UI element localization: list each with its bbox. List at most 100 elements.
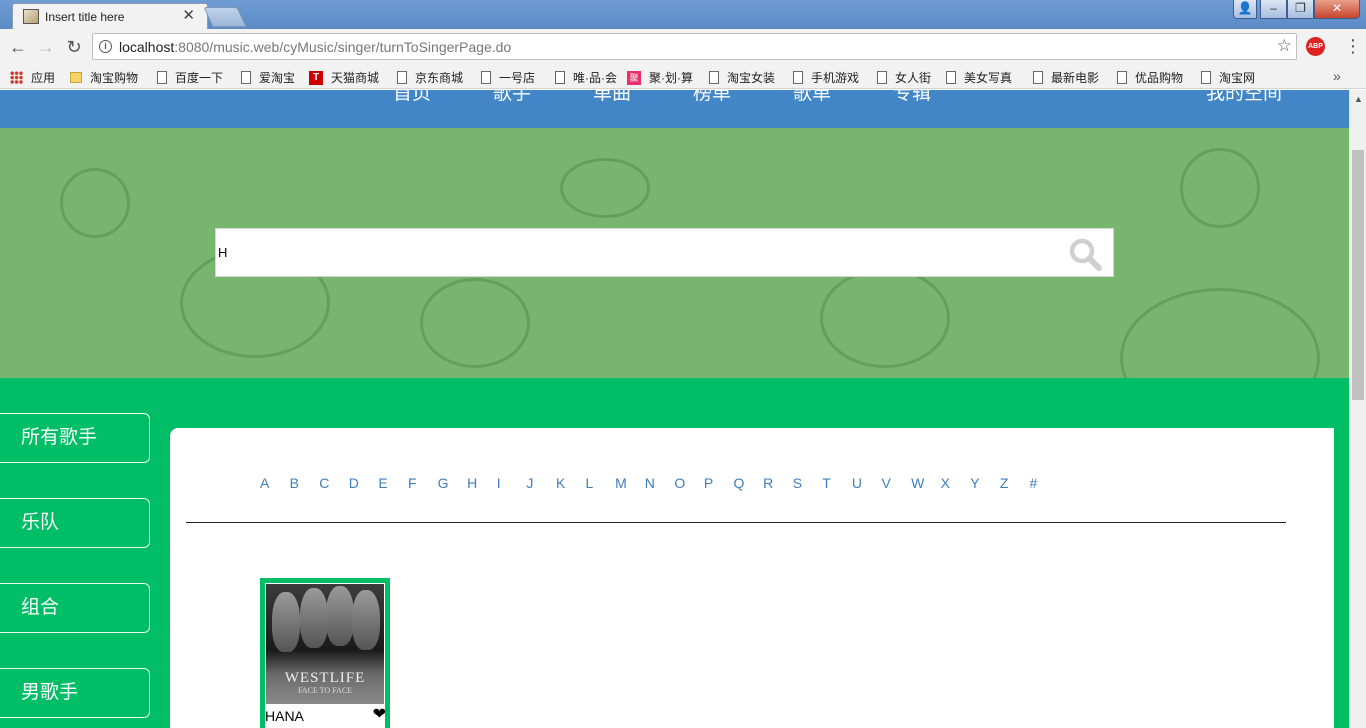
sidebar-item-all-singers[interactable]: 所有歌手 bbox=[0, 413, 150, 463]
letter-filter-link[interactable]: Z bbox=[1000, 475, 1030, 491]
sidebar-item-bands[interactable]: 乐队 bbox=[0, 498, 150, 548]
letter-filter-link[interactable]: T bbox=[822, 475, 852, 491]
letter-filter-link[interactable]: D bbox=[349, 475, 379, 491]
letter-filter-link[interactable]: P bbox=[704, 475, 734, 491]
bookmark-item[interactable]: 女人街 bbox=[877, 69, 931, 86]
banner-doodle bbox=[1120, 288, 1320, 378]
bookmark-item[interactable]: 聚聚·划·算 bbox=[627, 69, 693, 86]
letter-filter-link[interactable]: # bbox=[1029, 475, 1059, 491]
bookmark-item[interactable]: 唯·品·会 bbox=[555, 69, 617, 86]
letter-filter-link[interactable]: G bbox=[438, 475, 468, 491]
letter-filter-link[interactable]: X bbox=[941, 475, 971, 491]
letter-filter-link[interactable]: L bbox=[586, 475, 616, 491]
reload-icon[interactable]: ↻ bbox=[64, 37, 84, 57]
close-window-button[interactable]: ✕ bbox=[1314, 0, 1360, 19]
letter-filter-link[interactable]: Y bbox=[970, 475, 1000, 491]
bookmark-item[interactable]: 京东商城 bbox=[397, 69, 463, 86]
letter-filter-link[interactable]: B bbox=[290, 475, 320, 491]
url-text[interactable]: localhost:8080/music.web/cyMusic/singer/… bbox=[119, 39, 511, 55]
page-icon bbox=[1201, 71, 1211, 84]
search-icon[interactable] bbox=[1068, 237, 1102, 271]
bookmark-item[interactable]: 一号店 bbox=[481, 69, 535, 86]
nav-item-my-space[interactable]: 我的空间 bbox=[1206, 90, 1282, 105]
browser-toolbar: ← → ↻ i localhost:8080/music.web/cyMusic… bbox=[0, 29, 1366, 65]
cover-face bbox=[272, 592, 300, 652]
sidebar-item-male-singers[interactable]: 男歌手 bbox=[0, 668, 150, 718]
page-icon bbox=[241, 71, 251, 84]
bookmark-star-icon[interactable]: ☆ bbox=[1277, 36, 1292, 56]
bookmark-item[interactable]: 淘宝购物 bbox=[70, 69, 138, 86]
letter-filter-link[interactable]: R bbox=[763, 475, 793, 491]
letter-filter-link[interactable]: S bbox=[793, 475, 823, 491]
browser-menu-icon[interactable]: ⋮ bbox=[1344, 37, 1362, 55]
nav-item-home[interactable]: 首页 bbox=[393, 90, 431, 105]
bookmark-item[interactable]: 最新电影 bbox=[1033, 69, 1099, 86]
site-info-icon[interactable]: i bbox=[99, 40, 112, 53]
letter-filter-link[interactable]: I bbox=[497, 475, 527, 491]
singer-card[interactable]: WESTLIFE FACE TO FACE HANA ❤ bbox=[260, 578, 390, 728]
bookmark-item[interactable]: 淘宝网 bbox=[1201, 69, 1255, 86]
letter-filter-link[interactable]: W bbox=[911, 475, 941, 491]
maximize-button[interactable]: ❐ bbox=[1287, 0, 1314, 19]
scrollbar-thumb[interactable] bbox=[1352, 150, 1364, 400]
letter-filter-link[interactable]: U bbox=[852, 475, 882, 491]
letter-filter-link[interactable]: O bbox=[674, 475, 704, 491]
bookmark-item[interactable]: 美女写真 bbox=[946, 69, 1012, 86]
letter-filter-link[interactable]: A bbox=[260, 475, 290, 491]
back-arrow-icon[interactable]: ← bbox=[8, 37, 28, 57]
bookmark-label: 唯·品·会 bbox=[573, 71, 617, 85]
letter-filter-link[interactable]: E bbox=[378, 475, 408, 491]
browser-tab-active[interactable]: Insert title here ✕ bbox=[12, 3, 208, 29]
nav-item-playlists[interactable]: 歌单 bbox=[793, 90, 831, 105]
bookmark-label: 淘宝购物 bbox=[90, 71, 139, 85]
letter-filter-link[interactable]: V bbox=[881, 475, 911, 491]
bookmark-item[interactable]: 应用 bbox=[10, 69, 55, 86]
bookmark-label: 优品购物 bbox=[1135, 71, 1184, 85]
page-icon bbox=[481, 71, 491, 84]
bookmark-item[interactable]: 手机游戏 bbox=[793, 69, 859, 86]
banner-doodle bbox=[420, 278, 530, 368]
sidebar-item-groups[interactable]: 组合 bbox=[0, 583, 150, 633]
letter-filter-link[interactable]: C bbox=[319, 475, 349, 491]
cover-face bbox=[300, 588, 328, 648]
search-banner bbox=[0, 128, 1349, 378]
letter-filter-link[interactable]: M bbox=[615, 475, 645, 491]
letter-filter-link[interactable]: N bbox=[645, 475, 675, 491]
forward-arrow-icon[interactable]: → bbox=[36, 37, 56, 57]
minimize-button[interactable]: – bbox=[1260, 0, 1287, 19]
tab-close-icon[interactable]: ✕ bbox=[182, 7, 195, 25]
nav-item-songs[interactable]: 单曲 bbox=[593, 90, 631, 105]
bookmark-item[interactable]: 优品购物 bbox=[1117, 69, 1183, 86]
letter-filter-link[interactable]: K bbox=[556, 475, 586, 491]
address-bar[interactable]: i localhost:8080/music.web/cyMusic/singe… bbox=[92, 33, 1297, 60]
page-icon bbox=[1117, 71, 1127, 84]
adblock-plus-icon[interactable]: ABP bbox=[1306, 37, 1325, 56]
bookmark-item[interactable]: 百度一下 bbox=[157, 69, 223, 86]
letter-filter-link[interactable]: F bbox=[408, 475, 438, 491]
nav-item-albums[interactable]: 专辑 bbox=[893, 90, 931, 105]
bookmark-label: 女人街 bbox=[895, 71, 932, 85]
letter-filter-link[interactable]: J bbox=[526, 475, 556, 491]
nav-item-singers[interactable]: 歌手 bbox=[493, 90, 531, 105]
scroll-up-arrow-icon[interactable]: ▲ bbox=[1354, 94, 1363, 104]
bookmark-item[interactable]: 爱淘宝 bbox=[241, 69, 295, 86]
nav-item-charts[interactable]: 榜单 bbox=[693, 90, 731, 105]
bookmark-item[interactable]: 淘宝女装 bbox=[709, 69, 775, 86]
bookmarks-overflow-icon[interactable]: » bbox=[1333, 68, 1341, 84]
heart-icon[interactable]: ❤ bbox=[373, 704, 386, 724]
cover-title: WESTLIFE bbox=[284, 670, 366, 686]
page-icon bbox=[877, 71, 887, 84]
user-profile-icon[interactable]: 👤 bbox=[1233, 0, 1257, 19]
letter-filter-link[interactable]: H bbox=[467, 475, 497, 491]
page-icon bbox=[555, 71, 565, 84]
singer-name[interactable]: HANA bbox=[265, 708, 304, 724]
url-host: localhost bbox=[119, 39, 175, 55]
singer-search-input[interactable] bbox=[217, 229, 1057, 276]
site-nav-bar: 首页 歌手 单曲 榜单 歌单 专辑 我的空间 bbox=[0, 90, 1349, 128]
letter-filter-link[interactable]: Q bbox=[734, 475, 764, 491]
singer-cover-image[interactable]: WESTLIFE FACE TO FACE bbox=[266, 584, 384, 704]
new-tab-button[interactable] bbox=[203, 7, 247, 27]
bookmark-label: 最新电影 bbox=[1051, 71, 1100, 85]
bookmark-item[interactable]: T 天猫商城 bbox=[309, 69, 379, 86]
page-scrollbar[interactable]: ▲ bbox=[1349, 90, 1366, 728]
